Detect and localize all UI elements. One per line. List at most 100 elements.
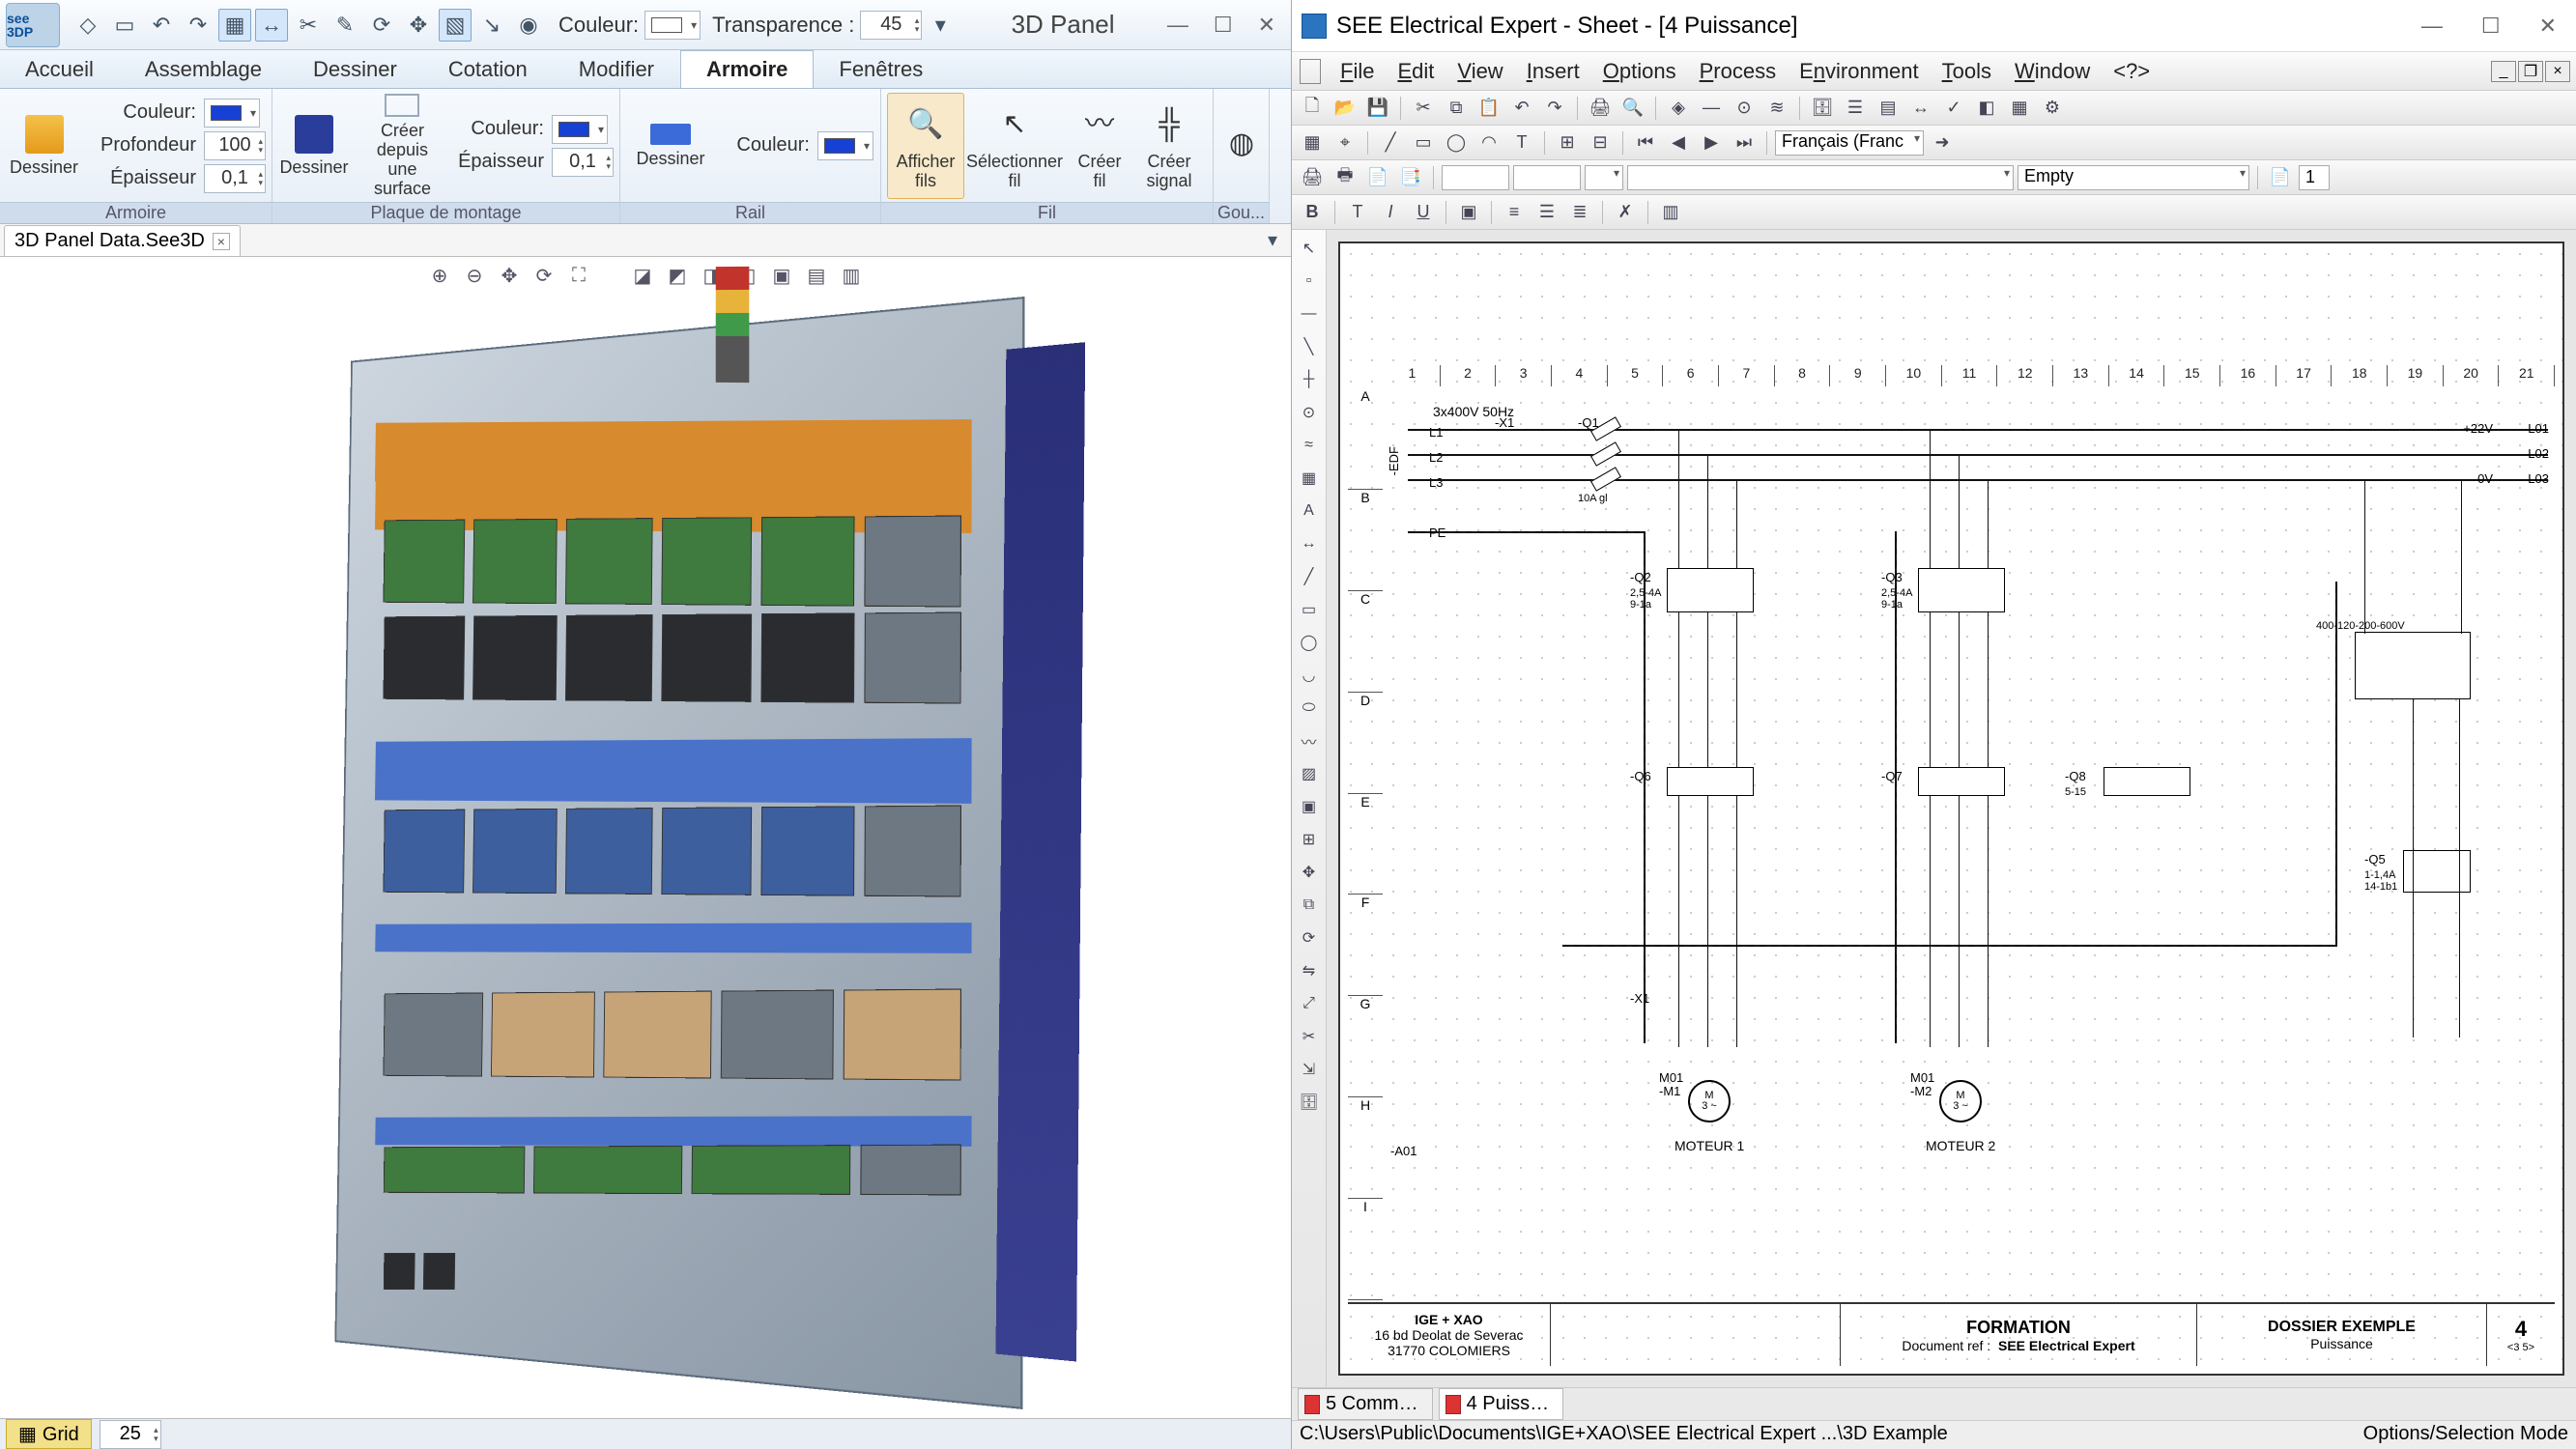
redo-icon[interactable]: ↷	[1540, 95, 1569, 122]
wire-v-icon[interactable]: —	[1295, 299, 1324, 328]
ha-v-icon[interactable]: ▨	[1295, 759, 1324, 788]
underline-icon[interactable]: U	[1409, 199, 1438, 226]
grid-size-spin[interactable]: 25	[100, 1420, 161, 1449]
iso1-icon[interactable]: ◪	[630, 263, 655, 288]
rail-couleur-select[interactable]	[817, 131, 873, 160]
term-v-icon[interactable]: ⊙	[1295, 398, 1324, 427]
paste-icon[interactable]: 📋	[1474, 95, 1503, 122]
armoire-prof-spin[interactable]: 100	[204, 131, 266, 160]
menu-edit[interactable]: Edit	[1388, 55, 1444, 88]
ci-v-icon[interactable]: ◯	[1295, 628, 1324, 657]
cab-v-icon[interactable]: ≈	[1295, 431, 1324, 460]
gou-button[interactable]: ◍	[1219, 93, 1264, 199]
preview-icon[interactable]: 🔍	[1618, 95, 1647, 122]
p3-icon[interactable]: 📄	[1363, 164, 1392, 191]
xref-icon[interactable]: ↔	[1906, 95, 1935, 122]
qat-open-icon[interactable]: ▭	[108, 9, 141, 42]
menu-insert[interactable]: Insert	[1517, 55, 1589, 88]
qat-pencil-icon[interactable]: ✎	[329, 9, 361, 42]
nav-prev-icon[interactable]: ◀	[1664, 129, 1693, 156]
circle-icon[interactable]: ◯	[1442, 129, 1471, 156]
symbol-icon[interactable]: ◈	[1664, 95, 1693, 122]
new-icon[interactable]: 🗋	[1298, 95, 1327, 122]
scale-select[interactable]	[1585, 165, 1623, 190]
gr-v-icon[interactable]: ⊞	[1295, 825, 1324, 854]
signal-creer-button[interactable]: ╬ Créer signal	[1134, 93, 1204, 199]
3d-icon[interactable]: ◧	[1972, 95, 2001, 122]
plaque-dessiner-button[interactable]: Dessiner	[278, 93, 350, 199]
sp-v-icon[interactable]: 〰	[1295, 726, 1324, 755]
layer-select[interactable]	[1627, 165, 2014, 190]
plaque-couleur-select[interactable]	[552, 115, 608, 144]
tab-close-icon[interactable]: ×	[213, 233, 230, 250]
lang-apply-icon[interactable]: ➜	[1928, 129, 1957, 156]
menu-process[interactable]: Process	[1690, 55, 1786, 88]
menu-modifier[interactable]: Modifier	[554, 50, 680, 88]
menu-armoire[interactable]: Armoire	[680, 50, 814, 88]
qat-arrow-icon[interactable]: ↘	[475, 9, 508, 42]
tr-v-icon[interactable]: ✂	[1295, 1022, 1324, 1051]
rect-icon[interactable]: ▭	[1409, 129, 1438, 156]
armoire-dessiner-button[interactable]: Dessiner	[6, 93, 82, 199]
junc-icon[interactable]: ┼	[1295, 365, 1324, 394]
mdi-min-icon[interactable]: _	[2491, 61, 2516, 82]
report-icon[interactable]: ▤	[1874, 95, 1903, 122]
ro-v-icon[interactable]: ⟳	[1295, 923, 1324, 952]
qat-dropdown-icon[interactable]: ▾	[924, 9, 957, 42]
snap-icon[interactable]: ⌖	[1331, 129, 1360, 156]
iso7-icon[interactable]: ▥	[839, 263, 864, 288]
menu-window[interactable]: Window	[2005, 55, 2100, 88]
ex-v-icon[interactable]: ⇲	[1295, 1055, 1324, 1084]
fil-creer-button[interactable]: 〰 Créer fil	[1065, 93, 1134, 199]
tabs-overflow-icon[interactable]: ▾	[1256, 223, 1289, 256]
qat-select-icon[interactable]: ▧	[439, 9, 472, 42]
close-icon[interactable]: ✕	[1258, 13, 1275, 38]
pan-icon[interactable]: ✥	[497, 263, 522, 288]
orbit-icon[interactable]: ⟳	[531, 263, 557, 288]
ar-v-icon[interactable]: ◡	[1295, 661, 1324, 690]
qat-transp-spin[interactable]: 45	[860, 11, 922, 40]
el-v-icon[interactable]: ⬭	[1295, 694, 1324, 723]
menu-view[interactable]: View	[1447, 55, 1512, 88]
armoire-couleur-select[interactable]	[204, 99, 260, 128]
txt-v-icon[interactable]: A	[1295, 497, 1324, 526]
qat-couleur-select[interactable]	[644, 11, 701, 40]
arc-icon[interactable]: ◠	[1474, 129, 1503, 156]
align-left-icon[interactable]: ≡	[1500, 199, 1529, 226]
qat-redo-icon[interactable]: ↷	[182, 9, 215, 42]
scale-x-input[interactable]	[1442, 165, 1509, 190]
qat-undo-icon[interactable]: ↶	[145, 9, 178, 42]
p2-icon[interactable]: 🖶	[1331, 164, 1360, 191]
list-icon[interactable]: ☰	[1841, 95, 1870, 122]
page-icon[interactable]: 📄	[2266, 164, 2295, 191]
grid-toggle-button[interactable]: ▦Grid	[6, 1419, 92, 1449]
menu-options[interactable]: Options	[1593, 55, 1686, 88]
fit-icon[interactable]: ⛶	[566, 263, 591, 288]
mdi-close-icon[interactable]: ×	[2545, 61, 2570, 82]
menu-fenetres[interactable]: Fenêtres	[814, 50, 949, 88]
print2-icon[interactable]: 🖨	[1298, 164, 1327, 191]
qat-dim-icon[interactable]: ↔	[255, 9, 288, 42]
qat-cut-icon[interactable]: ✂	[292, 9, 325, 42]
menu-environment[interactable]: Environment	[1789, 55, 1929, 88]
schematic-sheet[interactable]: 123456789101112131415161718192021 ABCDEF…	[1338, 242, 2564, 1376]
fil-afficher-button[interactable]: 🔍 Afficher fils	[887, 93, 964, 199]
minimize-icon[interactable]: —	[1167, 13, 1188, 38]
maximize-icon-r[interactable]: ☐	[2481, 14, 2501, 39]
scale-y-input[interactable]	[1513, 165, 1581, 190]
rc-v-icon[interactable]: ▭	[1295, 595, 1324, 624]
img-icon[interactable]: ▣	[1454, 199, 1483, 226]
3d-viewport[interactable]: ⊕ ⊖ ✥ ⟳ ⛶ ◪ ◩ ◨ ◧ ▣ ▤ ▥	[0, 257, 1291, 1418]
lang-select[interactable]: Français (Franc	[1775, 130, 1924, 156]
sheet-tab-4puiss[interactable]: 4 Puiss…	[1439, 1388, 1564, 1420]
grid-icon-r[interactable]: ▦	[1298, 129, 1327, 156]
zoom-out-icon[interactable]: ⊖	[462, 263, 487, 288]
qat-rotate-icon[interactable]: ⟳	[365, 9, 398, 42]
plaque-epaiss-spin[interactable]: 0,1	[552, 148, 614, 177]
p4-icon[interactable]: 📑	[1396, 164, 1425, 191]
armoire-epaiss-spin[interactable]: 0,1	[204, 164, 266, 193]
copy-icon[interactable]: ⧉	[1442, 95, 1471, 122]
nav-first-icon[interactable]: ⏮	[1631, 129, 1660, 156]
cp-v-icon[interactable]: ⧉	[1295, 891, 1324, 920]
print-icon[interactable]: 🖨	[1586, 95, 1615, 122]
